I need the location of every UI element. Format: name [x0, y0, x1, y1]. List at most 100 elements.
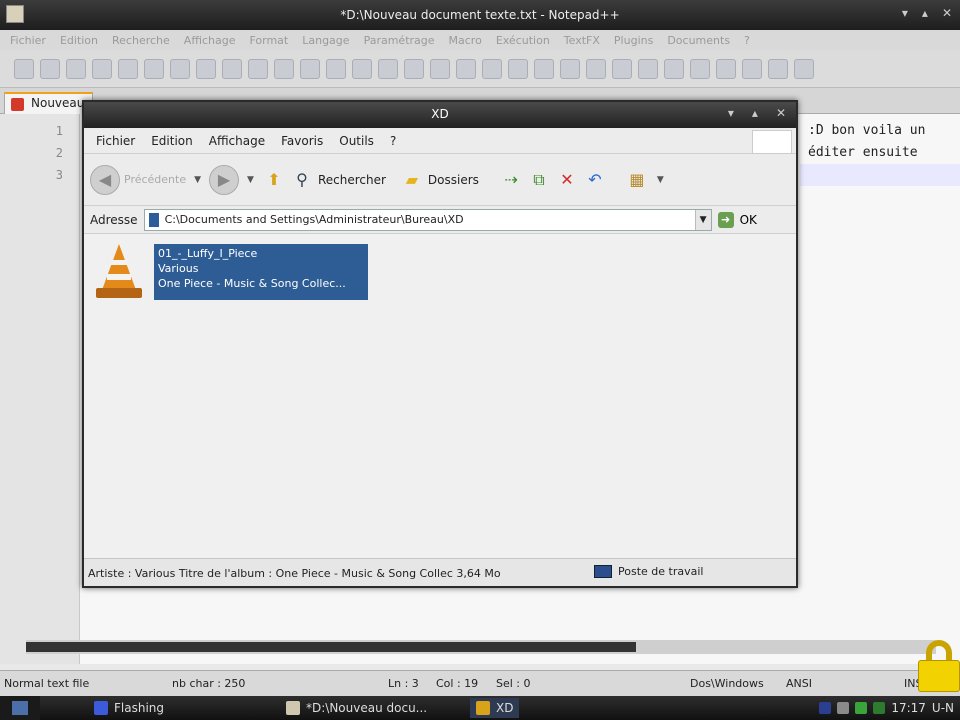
tray-app-icon[interactable]: [837, 702, 850, 714]
vlc-cone-icon[interactable]: [94, 244, 144, 300]
menu-item[interactable]: TextFX: [564, 34, 600, 47]
editor-line[interactable]: :D bon voila un: [800, 120, 960, 142]
forward-arrow-icon[interactable]: ▶: [209, 164, 240, 195]
zoom-out-icon[interactable]: [404, 58, 424, 79]
cut-icon[interactable]: [196, 58, 216, 79]
notepad-window-controls: ▾ ▴ ✕: [902, 6, 952, 20]
plugin2-icon[interactable]: [742, 58, 762, 79]
sync-h-icon[interactable]: [456, 58, 476, 79]
menu-item[interactable]: Langage: [302, 34, 349, 47]
close-icon[interactable]: ✕: [942, 6, 952, 20]
folder-up-icon[interactable]: ⬆: [262, 168, 286, 192]
menu-item[interactable]: Favoris: [273, 134, 331, 148]
chevron-down-icon[interactable]: ▼: [194, 175, 201, 185]
go-button[interactable]: ➜ OK: [717, 211, 757, 228]
maximize-icon[interactable]: ▴: [922, 6, 928, 20]
print-icon[interactable]: [170, 58, 190, 79]
editor-text[interactable]: :D bon voila un éditer ensuite: [800, 120, 960, 186]
redo-icon[interactable]: [300, 58, 320, 79]
menu-item[interactable]: Plugins: [614, 34, 653, 47]
close-file-icon[interactable]: [118, 58, 138, 79]
menu-item[interactable]: Fichier: [10, 34, 46, 47]
stop-macro-icon[interactable]: [612, 58, 632, 79]
find-icon[interactable]: [326, 58, 346, 79]
plugin-icon[interactable]: [716, 58, 736, 79]
menu-item[interactable]: Edition: [143, 134, 201, 148]
editor-line[interactable]: éditer ensuite: [800, 142, 960, 164]
menu-item[interactable]: Affichage: [201, 134, 273, 148]
menu-item[interactable]: Paramétrage: [364, 34, 435, 47]
chevron-down-icon[interactable]: ▼: [694, 209, 711, 230]
start-button[interactable]: [0, 696, 40, 720]
taskbar-item-explorer[interactable]: XD: [470, 698, 520, 718]
replace-icon[interactable]: [352, 58, 372, 79]
menu-item[interactable]: ?: [382, 134, 404, 148]
delete-icon[interactable]: ✕: [555, 168, 579, 192]
zoom-in-icon[interactable]: [378, 58, 398, 79]
language-indicator[interactable]: U-N: [932, 701, 954, 715]
undo-icon[interactable]: ↶: [583, 168, 607, 192]
file-item[interactable]: 01_-_Luffy_I_Piece Various One Piece - M…: [94, 244, 368, 300]
save-macro-icon[interactable]: [690, 58, 710, 79]
folders-icon[interactable]: ▰: [400, 168, 424, 192]
run-macro-icon[interactable]: [664, 58, 684, 79]
menu-item[interactable]: Edition: [60, 34, 98, 47]
maximize-icon[interactable]: ▴: [752, 106, 758, 120]
minimize-icon[interactable]: ▾: [902, 6, 908, 20]
menu-item[interactable]: Macro: [449, 34, 482, 47]
close-icon[interactable]: ✕: [776, 106, 786, 120]
menu-item[interactable]: Exécution: [496, 34, 550, 47]
copy-icon[interactable]: [222, 58, 242, 79]
scrollbar-thumb[interactable]: [26, 642, 636, 652]
flag-icon[interactable]: [855, 702, 868, 714]
paste-icon[interactable]: [248, 58, 268, 79]
search-button-label[interactable]: Rechercher: [318, 173, 386, 187]
user-lang-icon[interactable]: [560, 58, 580, 79]
plugin3-icon[interactable]: [768, 58, 788, 79]
menu-item[interactable]: Affichage: [184, 34, 236, 47]
menu-item[interactable]: Format: [249, 34, 288, 47]
wrap-icon[interactable]: [482, 58, 502, 79]
horizontal-scrollbar[interactable]: [26, 640, 936, 654]
chevron-down-icon[interactable]: ▼: [657, 175, 664, 185]
minimize-icon[interactable]: ▾: [728, 106, 734, 120]
menu-item[interactable]: Fichier: [88, 134, 143, 148]
explorer-window: XD ▾ ▴ ✕ Fichier Edition Affichage Favor…: [82, 100, 798, 588]
explorer-titlebar[interactable]: XD ▾ ▴ ✕: [84, 102, 796, 128]
search-icon[interactable]: ⚲: [290, 168, 314, 192]
sync-v-icon[interactable]: [430, 58, 450, 79]
file-list[interactable]: 01_-_Luffy_I_Piece Various One Piece - M…: [84, 234, 796, 558]
editor-line-current[interactable]: [800, 164, 960, 186]
network-icon[interactable]: [819, 702, 832, 714]
play-macro-icon[interactable]: [638, 58, 658, 79]
menu-item[interactable]: Documents: [667, 34, 730, 47]
close-all-icon[interactable]: [144, 58, 164, 79]
plugin4-icon[interactable]: [794, 58, 814, 79]
back-arrow-icon[interactable]: ◀: [90, 164, 120, 195]
indent-guide-icon[interactable]: [534, 58, 554, 79]
move-to-icon[interactable]: ⇢: [499, 168, 523, 192]
open-file-icon[interactable]: [40, 58, 60, 79]
address-input[interactable]: C:\Documents and Settings\Administrateur…: [143, 208, 712, 231]
folders-button-label[interactable]: Dossiers: [428, 173, 479, 187]
notepad-titlebar[interactable]: *D:\Nouveau document texte.txt - Notepad…: [0, 0, 960, 30]
taskbar-item-flashing[interactable]: Flashing: [88, 698, 170, 718]
undo-icon[interactable]: [274, 58, 294, 79]
menu-item[interactable]: Recherche: [112, 34, 170, 47]
volume-icon[interactable]: [873, 702, 886, 714]
notepad-tab[interactable]: Nouveau: [4, 92, 94, 114]
file-item-label[interactable]: 01_-_Luffy_I_Piece Various One Piece - M…: [154, 244, 368, 300]
views-icon[interactable]: ▦: [625, 168, 649, 192]
back-button-label[interactable]: Précédente: [124, 173, 186, 186]
new-file-icon[interactable]: [14, 58, 34, 79]
clock[interactable]: 17:17: [891, 701, 926, 715]
taskbar-item-notepad[interactable]: *D:\Nouveau docu...: [280, 698, 433, 718]
all-chars-icon[interactable]: [508, 58, 528, 79]
record-macro-icon[interactable]: [586, 58, 606, 79]
menu-item[interactable]: ?: [744, 34, 750, 47]
copy-to-icon[interactable]: ⧉: [527, 168, 551, 192]
menu-item[interactable]: Outils: [331, 134, 382, 148]
chevron-down-icon[interactable]: ▼: [247, 175, 254, 185]
save-icon[interactable]: [66, 58, 86, 79]
save-all-icon[interactable]: [92, 58, 112, 79]
